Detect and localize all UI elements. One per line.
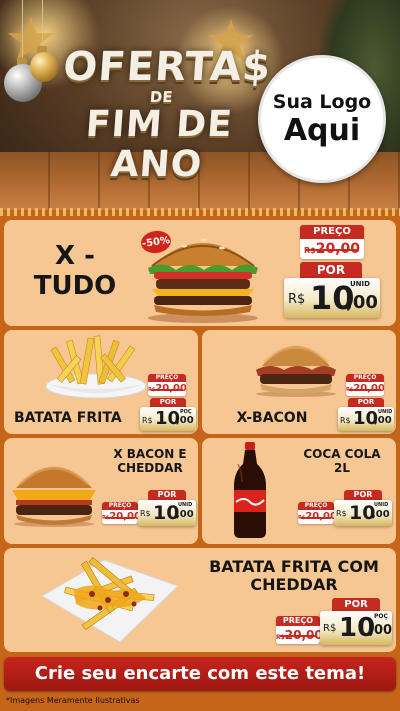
old-price-box: PREÇO R$20,00 (102, 502, 138, 524)
old-price-value: R$20,00 (102, 510, 138, 524)
old-price-box: PREÇO R$20,00 (298, 502, 334, 524)
strike-line (349, 389, 381, 391)
por-label: POR (348, 398, 384, 407)
old-price-box: PREÇO R$20,00 (346, 374, 384, 396)
por-label: POR (344, 490, 382, 500)
ornament-string (42, 0, 43, 48)
cheddar-fries-image (41, 556, 179, 643)
product-name-line-1: BATATA FRITA COM (209, 557, 379, 576)
burger-cheddar-image (12, 466, 96, 527)
por-label: POR (300, 262, 362, 278)
old-price-value: R$20,00 (300, 239, 364, 259)
title-line-1: OFERTA$ (61, 44, 273, 90)
title-line-3: FIM DE ANO (84, 104, 235, 185)
product-name-line-1: X - (55, 241, 95, 271)
price-cents: ,00 (374, 415, 392, 426)
product-name: X BACON E CHEDDAR (108, 447, 192, 476)
currency-label: R$ (340, 416, 351, 425)
new-price-panel: R$ 10 ,00 UNID (138, 500, 196, 526)
old-price-value: R$20,00 (346, 382, 384, 396)
preco-label: PREÇO (276, 616, 320, 626)
price-unit: POÇ (374, 613, 388, 620)
currency-label: R$ (140, 509, 151, 518)
decorative-dots (0, 208, 400, 216)
product-name: COCA COLA 2L (298, 447, 386, 476)
gold-ornament-icon (30, 52, 58, 82)
strike-line (104, 517, 136, 519)
old-price-box: PREÇO R$20,00 (300, 225, 364, 259)
new-price-box: POR R$ 10 ,00 POÇ (140, 398, 196, 432)
currency-label: R$ (288, 292, 306, 307)
old-price-box: PREÇO R$20,00 (276, 616, 320, 644)
price-unit: UNID (378, 409, 393, 415)
product-name: BATATA FRITA (14, 410, 122, 426)
product-card-batata-cheddar: BATATA FRITA COM CHEDDAR PREÇO R$20,00 P… (4, 548, 396, 652)
price-cents: ,00 (346, 292, 378, 313)
price-cents: ,00 (176, 415, 194, 426)
logo-text-line-2: Aqui (283, 113, 361, 148)
disclaimer-text: *Imagens Meramente Ilustrativas (6, 696, 140, 705)
preco-label: PREÇO (346, 374, 384, 382)
page-title: OFERTA$ DE FIM DE ANO (55, 44, 273, 185)
price-cents: ,00 (372, 509, 390, 520)
soda-bottle-image (234, 442, 266, 538)
price-unit: UNID (374, 502, 389, 508)
old-price-value: R$20,00 (148, 382, 186, 396)
product-name: X-BACON (236, 410, 308, 426)
preco-label: PREÇO (102, 502, 138, 510)
product-card-x-bacon-cheddar: X BACON E CHEDDAR PREÇO R$20,00 POR R$ 1… (4, 438, 198, 544)
product-name-line-1: X BACON E (113, 447, 187, 461)
price-cents: ,00 (369, 623, 393, 638)
product-name-line-1: COCA COLA (303, 447, 381, 461)
price-unit: UNID (178, 502, 193, 508)
product-card-x-tudo: X - TUDO -50% PREÇO R$20,00 POR R$ 10 ,0… (4, 220, 396, 326)
logo-placeholder: Sua Logo Aqui (258, 55, 386, 183)
product-name-line-2: TUDO (33, 270, 117, 301)
new-price-panel: R$ 10 ,00 UNID (284, 278, 380, 318)
header-banner: ★ ★ OFERTA$ DE FIM DE ANO Sua Logo Aqui (0, 0, 400, 210)
currency-label: R$ (336, 509, 347, 518)
price-unit: UNID (350, 280, 370, 288)
product-card-x-bacon: X-BACON PREÇO R$20,00 POR R$ 10 ,00 UNID (202, 330, 396, 434)
por-label: POR (148, 490, 186, 500)
product-card-batata-frita: BATATA FRITA PREÇO R$20,00 POR R$ 10 ,00… (4, 330, 198, 434)
strike-line (151, 389, 183, 391)
currency-label: R$ (323, 623, 337, 634)
product-name: BATATA FRITA COM CHEDDAR (202, 557, 386, 595)
title-line-2: DE (149, 88, 174, 106)
new-price-box: POR R$ 10 ,00 POÇ (320, 598, 392, 648)
price-cents: ,00 (176, 509, 194, 520)
por-label: POR (332, 598, 380, 611)
new-price-box: POR R$ 10 ,00 UNID (334, 490, 392, 526)
product-name-line-2: CHEDDAR (250, 575, 338, 595)
ornament-string (22, 0, 23, 60)
cta-banner[interactable]: Crie seu encarte com este tema! (4, 657, 396, 691)
product-name-line-2: CHEDDAR (117, 460, 183, 475)
new-price-box: POR R$ 10 ,00 UNID (338, 398, 394, 432)
currency-label: R$ (142, 416, 153, 425)
product-card-coca-cola: COCA COLA 2L PREÇO R$20,00 POR R$ 10 ,00… (202, 438, 396, 544)
preco-label: PREÇO (300, 225, 364, 239)
preco-label: PREÇO (298, 502, 334, 510)
fries-image (45, 335, 147, 399)
new-price-panel: R$ 10 ,00 UNID (334, 500, 392, 526)
burger-bacon-image (256, 345, 336, 397)
price-unit: POÇ (180, 409, 192, 415)
new-price-box: POR R$ 10 ,00 UNID (284, 262, 380, 320)
product-name: X - TUDO (20, 241, 130, 302)
new-price-panel: R$ 10 ,00 UNID (338, 407, 394, 431)
strike-line (305, 249, 359, 251)
product-name-line-2: 2L (334, 460, 350, 475)
por-label: POR (150, 398, 186, 407)
old-price-value: R$20,00 (276, 626, 320, 644)
logo-text-line-1: Sua Logo (272, 91, 372, 113)
strike-line (279, 635, 317, 637)
new-price-panel: R$ 10 ,00 POÇ (320, 611, 392, 645)
preco-label: PREÇO (148, 374, 186, 382)
new-price-box: POR R$ 10 ,00 UNID (138, 490, 196, 526)
strike-line (300, 517, 332, 519)
new-price-panel: R$ 10 ,00 POÇ (140, 407, 196, 431)
old-price-box: PREÇO R$20,00 (148, 374, 186, 396)
old-price-value: R$20,00 (298, 510, 334, 524)
